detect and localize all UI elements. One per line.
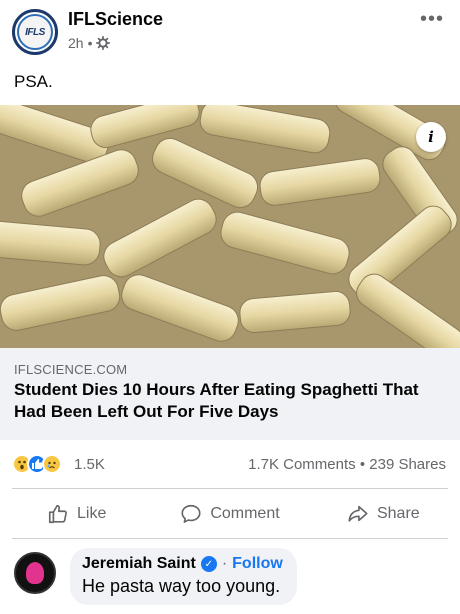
comment: Jeremiah Saint ✓ · Follow He pasta way t… bbox=[12, 548, 452, 608]
commenter-avatar[interactable] bbox=[14, 552, 56, 594]
page-avatar[interactable]: IFLS bbox=[12, 9, 58, 55]
comment-text: He pasta way too young. bbox=[82, 576, 281, 596]
page-name[interactable]: IFLScience bbox=[68, 9, 163, 30]
comment-button[interactable]: Comment bbox=[153, 493, 306, 535]
pasta-image bbox=[0, 105, 460, 348]
comment-bubble: Jeremiah Saint ✓ · Follow He pasta way t… bbox=[70, 548, 297, 605]
post-image[interactable]: i bbox=[0, 105, 460, 348]
thumbs-up-icon bbox=[48, 504, 67, 524]
post-text: PSA. bbox=[14, 72, 53, 91]
link-headline[interactable]: Student Dies 10 Hours After Eating Spagh… bbox=[14, 379, 444, 423]
comment-icon bbox=[181, 504, 201, 523]
author-separator: · bbox=[221, 555, 228, 572]
sad-reaction-icon bbox=[42, 454, 62, 474]
info-button[interactable]: i bbox=[416, 122, 446, 152]
share-button[interactable]: Share bbox=[307, 493, 460, 535]
share-icon bbox=[348, 505, 368, 522]
comment-author[interactable]: Jeremiah Saint bbox=[82, 555, 196, 573]
comment-author-row: Jeremiah Saint ✓ · Follow bbox=[82, 555, 283, 573]
gear-icon bbox=[96, 36, 111, 50]
engagement-stats: 1.7K Comments • 239 Shares bbox=[248, 456, 446, 473]
meta-separator: • bbox=[87, 35, 93, 51]
reaction-icons[interactable] bbox=[12, 454, 62, 474]
link-preview[interactable]: IFLSCIENCE.COM Student Dies 10 Hours Aft… bbox=[0, 348, 460, 440]
verified-badge-icon: ✓ bbox=[200, 556, 217, 572]
shares-count[interactable]: 239 Shares bbox=[369, 456, 446, 473]
like-button[interactable]: Like bbox=[0, 493, 153, 535]
page-avatar-logo: IFLS bbox=[17, 14, 53, 50]
reactions-summary: 1.5K 1.7K Comments • 239 Shares bbox=[0, 448, 460, 480]
avatar-figure bbox=[26, 562, 44, 584]
link-domain: IFLSCIENCE.COM bbox=[14, 362, 128, 377]
divider bbox=[12, 538, 448, 539]
post-header: IFLS IFLScience 2h • ••• bbox=[0, 0, 460, 66]
divider bbox=[12, 488, 448, 489]
post-meta: 2h • bbox=[68, 35, 111, 51]
comment-label: Comment bbox=[210, 505, 280, 522]
post-actions: Like Comment Share bbox=[0, 493, 460, 535]
post-time[interactable]: 2h bbox=[68, 35, 84, 51]
stats-separator: • bbox=[359, 456, 366, 473]
follow-button[interactable]: Follow bbox=[232, 555, 283, 573]
like-label: Like bbox=[76, 505, 107, 522]
comments-count[interactable]: 1.7K Comments bbox=[248, 456, 356, 473]
reaction-count[interactable]: 1.5K bbox=[74, 456, 105, 473]
share-label: Share bbox=[376, 505, 420, 522]
more-options-icon[interactable]: ••• bbox=[420, 8, 444, 31]
